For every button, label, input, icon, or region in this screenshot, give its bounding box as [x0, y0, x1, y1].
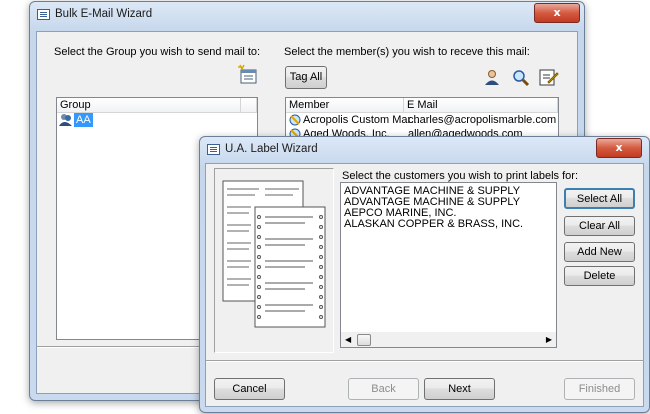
scroll-left-icon[interactable]: ◀ [345, 335, 351, 344]
close-button[interactable]: x [596, 138, 642, 158]
back-label: Back [371, 383, 396, 395]
tag-all-label: Tag All [289, 71, 323, 83]
new-group-icon[interactable] [237, 64, 259, 86]
member-edit-icon[interactable] [537, 66, 559, 88]
window-title: U.A. Label Wizard [225, 143, 318, 155]
select-all-button[interactable]: Select All [564, 188, 635, 209]
label-wizard-window: U.A. Label Wizard x Select the customers… [199, 136, 650, 413]
form-icon [207, 144, 220, 155]
group-column-header[interactable]: Group [57, 98, 241, 113]
member-row[interactable]: Acropolis Custom Mar... charles@acropoli… [288, 113, 556, 127]
email-column-header[interactable]: E Mail [404, 98, 558, 113]
member-search-icon[interactable] [509, 66, 531, 88]
finished-label: Finished [578, 383, 621, 395]
tag-all-button[interactable]: Tag All [285, 66, 327, 89]
form-icon [37, 9, 50, 20]
group-name: AA [74, 113, 93, 127]
horizontal-scrollbar[interactable]: ◀ ▶ [341, 332, 556, 347]
customer-prompt: Select the customers you wish to print l… [342, 170, 578, 182]
group-row[interactable]: AA [59, 113, 119, 127]
select-all-label: Select All [576, 193, 623, 205]
member-person-icon[interactable] [481, 66, 503, 88]
label-sheets-illustration [214, 168, 334, 353]
add-new-label: Add New [577, 246, 622, 258]
cancel-button[interactable]: Cancel [214, 378, 285, 400]
customer-list[interactable]: ADVANTAGE MACHINE & SUPPLY ADVANTAGE MAC… [340, 182, 557, 348]
add-new-button[interactable]: Add New [564, 242, 635, 262]
window-title: Bulk E-Mail Wizard [55, 8, 153, 20]
label-wizard-client: Select the customers you wish to print l… [205, 163, 644, 407]
group-prompt: Select the Group you wish to send mail t… [54, 46, 261, 58]
close-button[interactable]: x [534, 3, 580, 23]
member-prompt: Select the member(s) you wish to receve … [284, 46, 530, 58]
member-icon [288, 113, 302, 127]
footer-divider [206, 360, 643, 362]
scroll-right-icon[interactable]: ▶ [546, 335, 552, 344]
scrollbar-thumb[interactable] [357, 334, 371, 346]
list-item[interactable]: ALASKAN COPPER & BRASS, INC. [344, 217, 523, 231]
group-column-filler [241, 98, 257, 113]
next-label: Next [448, 383, 471, 395]
clear-all-button[interactable]: Clear All [564, 216, 635, 236]
clear-all-label: Clear All [579, 220, 620, 232]
label-wizard-titlebar[interactable]: U.A. Label Wizard x [200, 137, 649, 163]
cancel-label: Cancel [232, 383, 267, 395]
member-column-header[interactable]: Member [286, 98, 404, 113]
member-email: charles@acropolismarble.com [408, 114, 557, 126]
group-people-icon [59, 113, 73, 127]
finished-button[interactable]: Finished [564, 378, 635, 400]
back-button[interactable]: Back [348, 378, 419, 400]
member-name: Acropolis Custom Mar... [303, 114, 420, 126]
delete-button[interactable]: Delete [564, 266, 635, 286]
delete-label: Delete [583, 270, 616, 282]
next-button[interactable]: Next [424, 378, 495, 400]
bulk-email-titlebar[interactable]: Bulk E-Mail Wizard x [30, 2, 584, 28]
